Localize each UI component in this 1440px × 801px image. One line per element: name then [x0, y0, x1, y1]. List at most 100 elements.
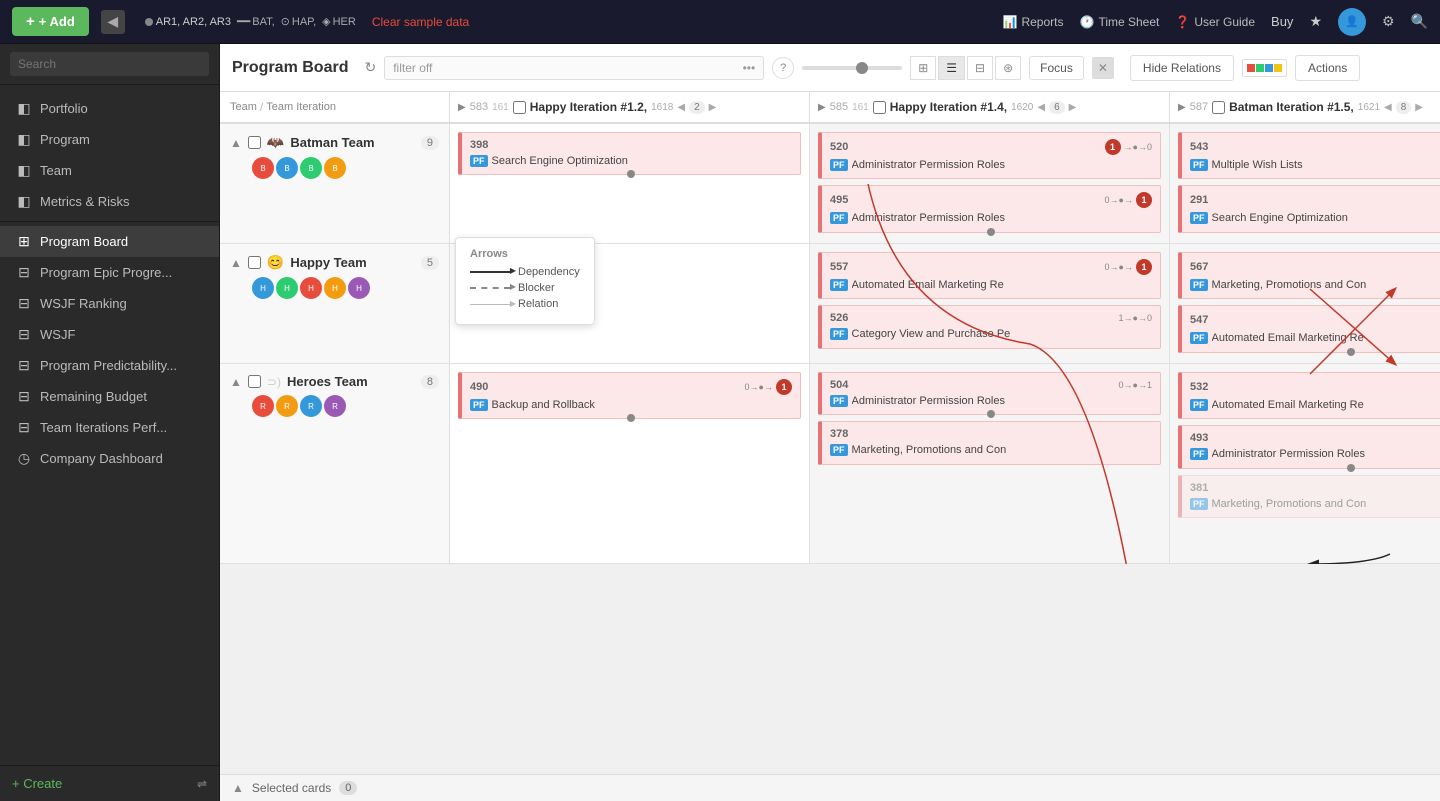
view-table-button[interactable]: ⊟	[967, 56, 993, 80]
help-button[interactable]: ?	[772, 57, 794, 79]
sidebar-item-wsjf[interactable]: ⊟ WSJF	[0, 319, 219, 350]
sidebar-item-budget[interactable]: ⊟ Remaining Budget	[0, 381, 219, 412]
list-item[interactable]: 547 2 →●→0 PF Automated Email Marketing …	[1178, 305, 1440, 352]
happy-checkbox[interactable]	[248, 256, 261, 269]
col-3-expand[interactable]: ▶	[1178, 102, 1186, 113]
col-2-arrow-left[interactable]: ◀	[1037, 102, 1045, 113]
col-1-expand[interactable]: ▶	[458, 102, 466, 113]
sidebar-item-program-board[interactable]: ⊞ Program Board	[0, 226, 219, 257]
team-iterations-icon: ⊟	[16, 419, 32, 436]
view-cards-button[interactable]: ⊞	[910, 56, 936, 80]
card-title-493: Administrator Permission Roles	[1212, 447, 1365, 461]
col-1-num: 161	[492, 102, 509, 113]
userguide-link[interactable]: ❓ User Guide	[1175, 15, 1255, 29]
sidebar-item-program[interactable]: ◧ Program	[0, 124, 219, 155]
sidebar-collapse-button[interactable]: ◀	[101, 10, 125, 34]
tag-list: AR1, AR2, AR3 ━━ BAT, ⊙ HAP, ◈ HER	[145, 15, 356, 28]
view-timeline-button[interactable]: ⊛	[995, 56, 1021, 80]
list-item[interactable]: 532 0→●→ 2 PF Automated Email Marketing …	[1178, 372, 1440, 419]
pf-badge-378: PF	[830, 444, 848, 456]
card-id-504: 504	[830, 379, 848, 391]
card-status-520: 1 →●→0	[1105, 139, 1152, 155]
list-item[interactable]: 398 PF Search Engine Optimization	[458, 132, 801, 175]
col-1-arrow-left[interactable]: ◀	[677, 102, 685, 113]
sidebar-item-wsjf-ranking[interactable]: ⊟ WSJF Ranking	[0, 288, 219, 319]
list-item[interactable]: 381 0→●→1 PF Marketing, Promotions and C…	[1178, 475, 1440, 518]
content-area: Program Board ↻ filter off ••• ? ⊞ ☰ ⊟ ⊛	[220, 44, 1440, 801]
batman-cell-2: 520 1 →●→0 PF Administrator Permission R…	[810, 124, 1170, 243]
batman-collapse[interactable]: ▲	[230, 136, 242, 150]
col-2-expand[interactable]: ▶	[818, 102, 826, 113]
reports-link[interactable]: 📊 Reports	[1003, 15, 1064, 29]
sidebar-item-label-metrics: Metrics & Risks	[40, 194, 130, 209]
zoom-track[interactable]	[802, 66, 902, 70]
list-item[interactable]: 520 1 →●→0 PF Administrator Permission R…	[818, 132, 1161, 179]
col-3-arrow-right[interactable]: ▶	[1415, 102, 1423, 113]
sidebar-item-metrics[interactable]: ◧ Metrics & Risks	[0, 186, 219, 217]
list-item[interactable]: 526 1→●→0 PF Category View and Purchase …	[818, 305, 1161, 348]
list-item[interactable]: 493 0→●→1 PF Administrator Permission Ro…	[1178, 425, 1440, 468]
list-item[interactable]: 504 0→●→1 PF Administrator Permission Ro…	[818, 372, 1161, 415]
list-item[interactable]: 567 0→●→ 1 PF Marketing, Promotions and …	[1178, 252, 1440, 299]
star-icon[interactable]: ★	[1309, 13, 1322, 30]
hide-relations-button[interactable]: Hide Relations	[1130, 55, 1234, 81]
filter-placeholder: filter off	[393, 61, 432, 75]
pf-badge-381: PF	[1190, 498, 1208, 510]
card-id-526: 526	[830, 312, 848, 324]
sidebar-settings-icon[interactable]: ⇌	[197, 777, 207, 791]
sidebar-item-team[interactable]: ◧ Team	[0, 155, 219, 186]
col-1-arrow-right[interactable]: ▶	[709, 102, 717, 113]
actions-button[interactable]: Actions	[1295, 55, 1360, 81]
pf-badge-291: PF	[1190, 212, 1208, 224]
clear-sample-link[interactable]: Clear sample data	[372, 15, 469, 29]
user-avatar[interactable]: 👤	[1338, 8, 1366, 36]
col-3-checkbox[interactable]	[1212, 101, 1225, 114]
sidebar-item-company-dashboard[interactable]: ◷ Company Dashboard	[0, 443, 219, 474]
program-board-icon: ⊞	[16, 233, 32, 250]
pf-badge-493: PF	[1190, 448, 1208, 460]
card-id-493: 493	[1190, 432, 1208, 444]
happy-collapse[interactable]: ▲	[230, 256, 242, 270]
gear-icon[interactable]: ⚙	[1382, 13, 1395, 30]
app: + Add ◀ AR1, AR2, AR3 ━━ BAT, ⊙ HAP, ◈ H…	[0, 0, 1440, 801]
list-item[interactable]: 495 0→●→ 1 PF Administrator Permission R…	[818, 185, 1161, 232]
list-item[interactable]: 490 0→●→ 1 PF Backup and Rollback	[458, 372, 801, 419]
heroes-count: 8	[421, 375, 439, 389]
sidebar-item-epic-progress[interactable]: ⊟ Program Epic Progre...	[0, 257, 219, 288]
col-2-arrow-right[interactable]: ▶	[1069, 102, 1077, 113]
list-item[interactable]: 378 PF Marketing, Promotions and Con	[818, 421, 1161, 464]
col-1-badge: 2	[689, 101, 705, 114]
col-2-checkbox[interactable]	[873, 101, 886, 114]
focus-close-button[interactable]: ✕	[1092, 57, 1114, 79]
heroes-checkbox[interactable]	[248, 375, 261, 388]
focus-button[interactable]: Focus	[1029, 56, 1084, 80]
batman-checkbox[interactable]	[248, 136, 261, 149]
timesheet-link[interactable]: 🕐 Time Sheet	[1080, 15, 1160, 29]
sidebar-item-team-iterations[interactable]: ⊟ Team Iterations Perf...	[0, 412, 219, 443]
filter-input[interactable]: filter off •••	[384, 56, 764, 80]
list-item[interactable]: 543 1 →●→0 PF Multiple Wish Lists	[1178, 132, 1440, 179]
color-picker-button[interactable]	[1242, 59, 1287, 77]
list-item[interactable]: 557 0→●→ 1 PF Automated Email Marketing …	[818, 252, 1161, 299]
view-list-button[interactable]: ☰	[938, 56, 965, 80]
help-icon: ❓	[1175, 15, 1190, 29]
col-1-checkbox[interactable]	[513, 101, 526, 114]
board-area[interactable]: Team / Team Iteration ▶ 583 161 Happy It…	[220, 92, 1440, 774]
legend-title: Arrows	[470, 248, 580, 260]
sidebar-item-portfolio[interactable]: ◧ Portfolio	[0, 93, 219, 124]
search-input[interactable]	[10, 52, 209, 76]
bottom-collapse-icon[interactable]: ▲	[232, 781, 244, 795]
pf-badge-520: PF	[830, 159, 848, 171]
card-type-378: PF Marketing, Promotions and Con	[830, 443, 1152, 457]
heroes-collapse[interactable]: ▲	[230, 375, 242, 389]
buy-button[interactable]: Buy	[1271, 14, 1293, 29]
create-button[interactable]: + Create	[12, 776, 62, 791]
card-id-381: 381	[1190, 482, 1208, 494]
search-top-icon[interactable]: 🔍	[1411, 13, 1428, 30]
card-header-547: 547 2 →●→0	[1190, 312, 1440, 328]
sidebar-item-predictability[interactable]: ⊟ Program Predictability...	[0, 350, 219, 381]
refresh-button[interactable]: ↻	[364, 59, 376, 76]
col-3-arrow-left[interactable]: ◀	[1384, 102, 1392, 113]
list-item[interactable]: 291 1 →●→0 PF Search Engine Optimization	[1178, 185, 1440, 232]
add-button[interactable]: + Add	[12, 7, 89, 36]
